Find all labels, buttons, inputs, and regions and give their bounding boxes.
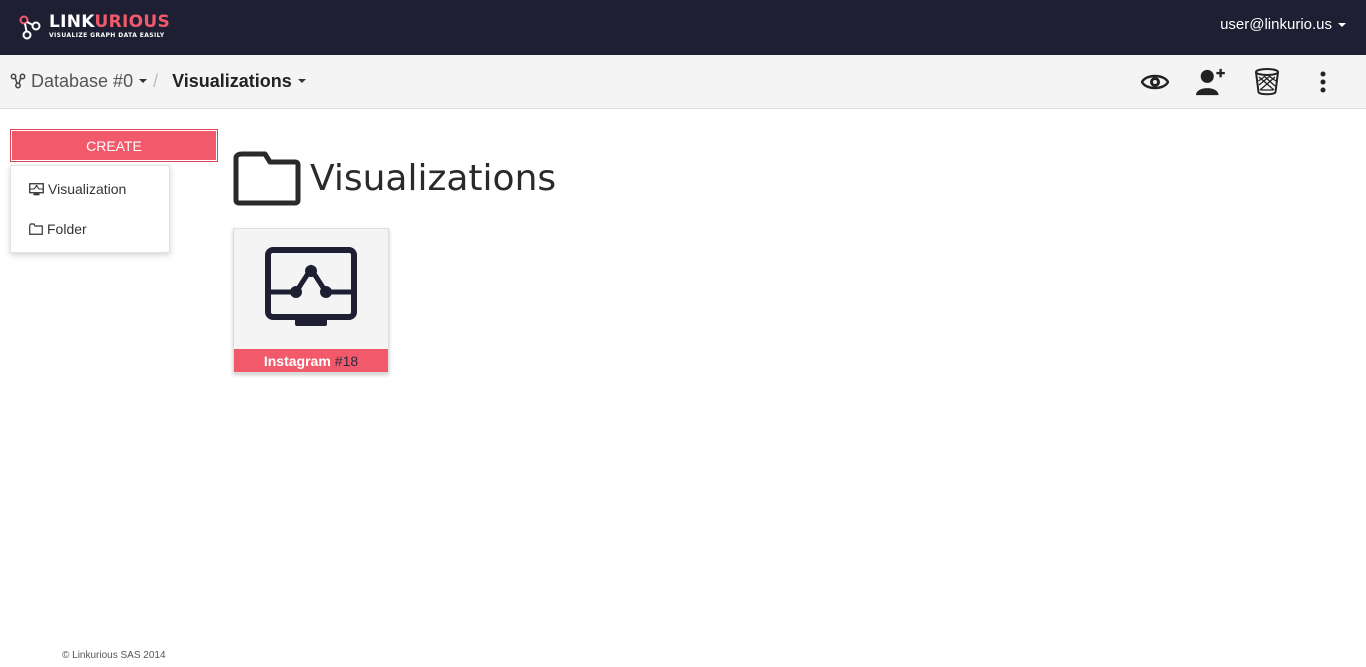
logo-tagline: VISUALIZE GRAPH DATA EASILY <box>49 32 165 39</box>
trash-icon <box>1255 68 1279 96</box>
logo-wordmark: LINKURIOUS <box>49 14 170 31</box>
top-navbar: LINKURIOUS VISUALIZE GRAPH DATA EASILY u… <box>0 0 1366 55</box>
menu-item-folder[interactable]: Folder <box>29 221 87 237</box>
more-options-button[interactable] <box>1308 67 1338 97</box>
logo-word-accent: URIOUS <box>94 12 170 32</box>
chevron-down-icon <box>297 79 306 83</box>
graph-nodes-icon <box>10 73 26 89</box>
chevron-down-icon <box>139 79 148 83</box>
breadcrumb: Database #0 / Visualizations <box>10 70 306 92</box>
user-email: user@linkurio.us <box>1220 16 1332 33</box>
menu-item-label: Visualization <box>48 181 127 197</box>
breadcrumb-bar: Database #0 / Visualizations <box>0 55 1366 109</box>
create-dropdown-menu: Visualization Folder <box>10 165 170 253</box>
linkurious-logo[interactable]: LINKURIOUS VISUALIZE GRAPH DATA EASILY <box>19 14 170 42</box>
more-vertical-icon <box>1320 71 1326 93</box>
create-button-label: CREATE <box>86 137 142 154</box>
create-button[interactable]: CREATE <box>10 129 218 162</box>
footer-copyright: © Linkurious SAS 2014 <box>62 650 166 661</box>
chevron-down-icon <box>1338 22 1346 27</box>
menu-item-visualization[interactable]: Visualization <box>29 181 126 197</box>
visualization-thumbnail-icon <box>265 247 357 326</box>
breadcrumb-current[interactable]: Visualizations <box>172 71 306 92</box>
visualization-card[interactable]: Instagram #18 <box>233 228 389 373</box>
folder-icon <box>29 223 43 235</box>
menu-item-label: Folder <box>47 221 87 237</box>
breadcrumb-separator: / <box>153 70 159 91</box>
add-user-icon <box>1196 68 1225 96</box>
visualization-name: Instagram <box>263 352 331 369</box>
user-menu[interactable]: user@linkurio.us <box>1220 16 1346 33</box>
toolbar-actions <box>1114 67 1338 97</box>
logo-graph-icon <box>19 15 41 40</box>
database-selector[interactable]: Database #0 <box>10 70 148 92</box>
page-title: Visualizations <box>310 157 557 199</box>
visualization-card-label: Instagram #18 <box>234 349 388 372</box>
visualization-id: #18 <box>334 352 359 369</box>
monitor-graph-icon <box>29 182 44 195</box>
folder-icon <box>233 151 301 206</box>
trash-button[interactable] <box>1252 67 1282 97</box>
view-button[interactable] <box>1140 67 1170 97</box>
add-user-button[interactable] <box>1196 67 1226 97</box>
logo-word-main: LINK <box>49 12 95 32</box>
eye-icon <box>1141 74 1169 90</box>
database-name: Database #0 <box>31 70 134 91</box>
page-heading: Visualizations <box>232 150 556 206</box>
breadcrumb-current-label: Visualizations <box>172 70 292 91</box>
